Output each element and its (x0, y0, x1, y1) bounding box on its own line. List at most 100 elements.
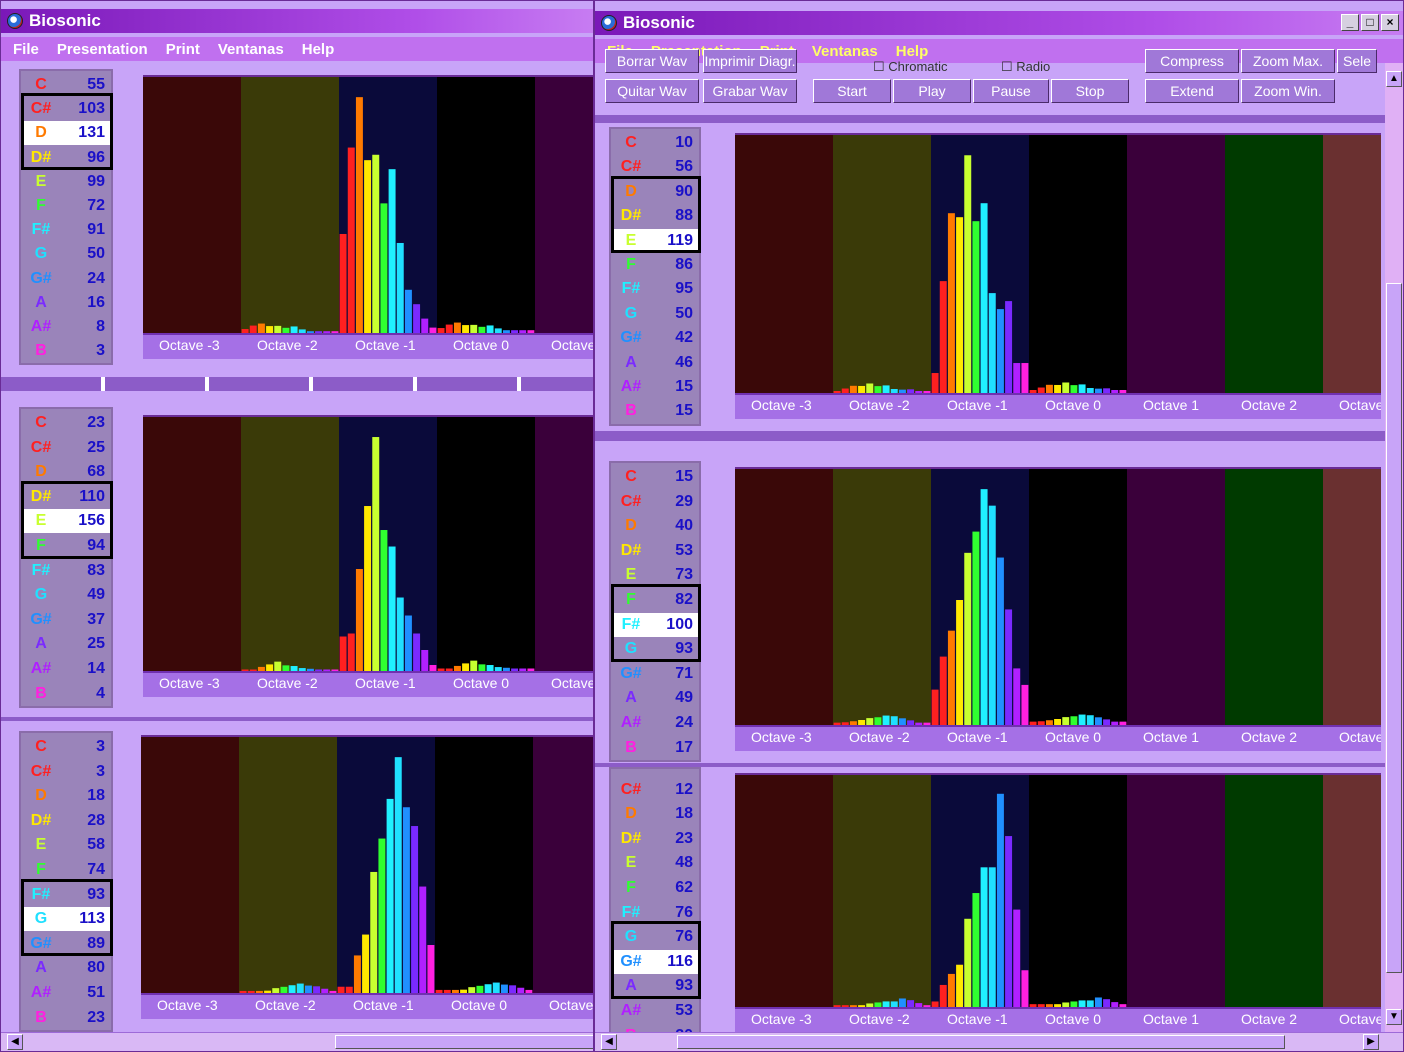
imprimir-diagr-button[interactable]: Imprimir Diagr. (703, 49, 797, 73)
quitar-wav-button[interactable]: Quitar Wav (605, 79, 699, 103)
compress-button[interactable]: Compress (1145, 49, 1239, 73)
note-value: 14 (87, 660, 105, 677)
stop-button[interactable]: Stop (1051, 79, 1129, 103)
menu-file[interactable]: File (13, 41, 39, 58)
borrar-wav-button[interactable]: Borrar Wav (605, 49, 699, 73)
note-value: 16 (87, 293, 105, 311)
scroll-down-icon[interactable]: ▼ (1386, 1009, 1402, 1025)
spectrum-chart: Octave -3 Octave -2 Octave -1 Octave 0 Octav… (143, 415, 594, 697)
note-name: B (35, 342, 47, 360)
scroll-left-icon[interactable]: ◀ (601, 1034, 617, 1050)
horizontal-scrollbar[interactable]: ◀ (1, 1032, 593, 1051)
spectrum-bar (486, 325, 494, 333)
panel-divider[interactable] (1, 377, 593, 391)
menu-ventanas[interactable]: Ventanas (218, 41, 284, 58)
vertical-scrollbar[interactable]: ▲ ▼ (1385, 63, 1403, 1033)
note-name: A (35, 635, 47, 653)
spectrum-panel-1: C 55 C# 103 D 131 D# 96 E 99 F 72 F# 91 G 50 G# 24 A 16 A# 8 B… (1, 63, 593, 373)
octave-label: Octave 0 (453, 337, 510, 353)
note-value: 40 (675, 517, 693, 535)
note-name: B (625, 402, 637, 420)
spectrum-bar (1021, 970, 1029, 1007)
panel-divider[interactable] (595, 431, 1403, 441)
spectrum-bar (1005, 609, 1013, 725)
octave-label: Octave -1 (947, 1011, 1008, 1027)
spectrum-bar (996, 793, 1004, 1007)
minimize-icon[interactable]: _ (1341, 14, 1359, 31)
note-value-list: C 10 C# 56 D 90 D# 88 E 119 F 86 F# 95 G 50 G# 42 A 46 A# 15 B… (609, 127, 701, 426)
note-name: G# (620, 329, 642, 347)
spectrum-bar (939, 984, 947, 1007)
spectrum-bar (362, 934, 370, 993)
grabar-wav-button[interactable]: Grabar Wav (703, 79, 797, 103)
menu-help[interactable]: Help (896, 43, 929, 60)
menu-presentation[interactable]: Presentation (57, 41, 148, 58)
title-bar[interactable]: Biosonic _ □ × (595, 11, 1403, 35)
play-button[interactable]: Play (893, 79, 971, 103)
note-row: C 10 (611, 131, 699, 155)
scroll-up-icon[interactable]: ▲ (1386, 71, 1402, 87)
octave-band (735, 469, 833, 725)
pause-button[interactable]: Pause (973, 79, 1049, 103)
horizontal-scrollbar[interactable]: ◀ ▶ (595, 1032, 1403, 1051)
spectrum-bar (1013, 909, 1021, 1007)
start-button[interactable]: Start (813, 79, 891, 103)
zoom-max-button[interactable]: Zoom Max. (1241, 49, 1335, 73)
scroll-thumb[interactable] (1386, 283, 1402, 973)
note-value-list: C3C#12D18D#23E48F62F#76G76G#116A93A#53B2… (609, 767, 701, 1051)
zoom-win-button[interactable]: Zoom Win. (1241, 79, 1335, 103)
panel-divider[interactable] (1, 717, 593, 721)
note-row: A# 15 (611, 375, 699, 399)
spectrum-bar (411, 826, 419, 993)
maximize-icon[interactable]: □ (1361, 14, 1379, 31)
spectrum-bar (476, 985, 484, 993)
octave-label: Octave 2 (1241, 1011, 1298, 1027)
menu-ventanas[interactable]: Ventanas (812, 43, 878, 60)
close-icon[interactable]: × (1381, 14, 1399, 31)
octave-band (1225, 469, 1323, 725)
title-bar[interactable]: Biosonic (1, 9, 593, 33)
octave-band (239, 737, 337, 993)
note-value: 71 (675, 664, 693, 682)
sele-button[interactable]: Sele (1337, 49, 1377, 73)
radio-checkbox[interactable]: ☐ Radio (1001, 59, 1050, 75)
spectrum-bar (372, 437, 380, 671)
scroll-thumb[interactable] (677, 1035, 1285, 1049)
note-row: B 17 (611, 736, 699, 760)
octave-band (437, 77, 535, 333)
note-name: A (625, 353, 637, 371)
note-value: 46 (675, 353, 693, 371)
scroll-right-icon[interactable]: ▶ (1363, 1034, 1379, 1050)
note-value: 55 (87, 76, 105, 93)
octave-band (535, 77, 593, 333)
spectrum-bar (453, 322, 461, 333)
note-row: F# 95 (611, 277, 699, 301)
menu-bar: File Presentation Print Ventanas Help (1, 37, 593, 61)
menu-help[interactable]: Help (302, 41, 335, 58)
scroll-thumb[interactable] (335, 1035, 593, 1049)
octave-label: Octave 1 (1143, 397, 1200, 413)
biosonic-window-left[interactable]: Biosonic File Presentation Print Ventana… (0, 0, 594, 1052)
app-icon (7, 13, 23, 29)
spectrum-bar (1013, 668, 1021, 725)
octave-label: Octave 1 (551, 675, 594, 691)
note-name: C# (30, 438, 52, 456)
octave-label: Octave 0 (453, 675, 510, 691)
dominant-notes-box (21, 878, 113, 957)
spectrum-bar (500, 984, 508, 993)
spectrum-bar (413, 304, 421, 333)
octave-band (143, 77, 241, 333)
octave-label: Octave -1 (947, 397, 1008, 413)
scroll-left-icon[interactable]: ◀ (7, 1034, 23, 1050)
spectrum-bar (980, 489, 988, 725)
note-name: A# (30, 660, 52, 677)
octave-band (435, 737, 533, 993)
biosonic-window-right[interactable]: Biosonic _ □ × File Presentation Print V… (594, 0, 1404, 1052)
octave-band (833, 775, 931, 1007)
extend-button[interactable]: Extend (1145, 79, 1239, 103)
spectrum-bar (947, 973, 955, 1007)
octave-label: Octave -2 (255, 997, 316, 1013)
menu-print[interactable]: Print (166, 41, 200, 58)
octave-label: Octave -3 (159, 675, 220, 691)
chromatic-checkbox[interactable]: ☐ Chromatic (873, 59, 948, 75)
